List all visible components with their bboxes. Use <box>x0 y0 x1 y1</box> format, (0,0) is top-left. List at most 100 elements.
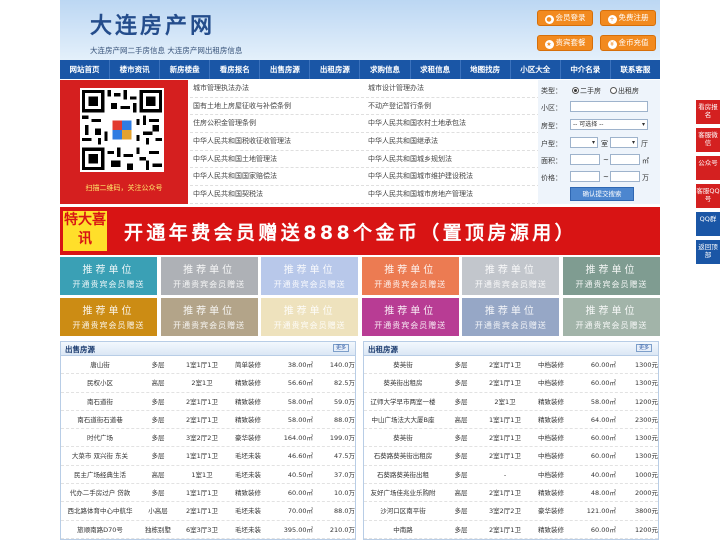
policy-link[interactable]: 中华人民共和国农村土地承包法 <box>365 115 540 132</box>
sale-listing-row[interactable]: 时代广场 多层 3室2厅2卫 豪华装修 164.00㎡ 199.0万 <box>61 429 355 448</box>
community-input[interactable] <box>570 101 648 112</box>
area-max-input[interactable] <box>610 154 640 165</box>
ad-slot[interactable]: 推荐单位 开通贵宾会员赠送 <box>462 257 560 295</box>
side-service-wechat[interactable]: 客服微信 <box>696 128 720 152</box>
policy-link[interactable]: 中华人民共和国国家赔偿法 <box>190 168 365 185</box>
listing-name[interactable]: 南石道街 <box>61 393 139 410</box>
ad-slot[interactable]: 推荐单位 开通贵宾会员赠送 <box>563 257 660 295</box>
side-official-account[interactable]: 公众号 <box>696 156 720 180</box>
search-submit-button[interactable]: 确认提交搜索 <box>570 187 634 201</box>
policy-link[interactable]: 中华人民共和国城乡规划法 <box>365 151 540 168</box>
ad-slot[interactable]: 推荐单位 开通贵宾会员赠送 <box>261 257 359 295</box>
listing-name[interactable]: 时代广场 <box>61 429 139 446</box>
price-max-input[interactable] <box>610 171 640 182</box>
ad-slot[interactable]: 推荐单位 开通贵宾会员赠送 <box>160 298 258 336</box>
side-qq-group[interactable]: QQ群 <box>696 212 720 236</box>
sale-listing-row[interactable]: 唐山街 多层 1室1厅1卫 简单装修 38.00㎡ 140.0万 <box>61 356 355 375</box>
house-type-select[interactable]: -- 可选择 -- ▾ <box>570 119 648 130</box>
policy-link[interactable]: 中华人民共和国土地管理法 <box>190 151 365 168</box>
login-button[interactable]: ● 会员登录 <box>537 10 593 26</box>
sale-listing-row[interactable]: 南石道街石道巷 多层 2室1厅1卫 精致装修 58.00㎡ 88.0万 <box>61 411 355 430</box>
nav-viewing-signup[interactable]: 看房报名 <box>210 60 261 79</box>
listing-name[interactable]: 南石道街石道巷 <box>61 411 139 428</box>
nav-wanted-buy[interactable]: 求购信息 <box>360 60 411 79</box>
listing-name[interactable]: 代办二手房过户 贷款 <box>61 484 139 501</box>
ad-slot[interactable]: 推荐单位 开通贵宾会员赠送 <box>160 257 258 295</box>
rent-listing-row[interactable]: 沙河口区南平街 多层 3室2厅2卫 豪华装修 121.00㎡ 3800元 <box>364 502 658 521</box>
side-service-qq[interactable]: 客服QQ号 <box>696 184 720 208</box>
room-select[interactable]: ▾ <box>570 137 598 148</box>
policy-link[interactable]: 中华人民共和国城市维护建设税法 <box>365 168 540 185</box>
policy-link[interactable]: 中华人民共和国契税法 <box>190 186 365 203</box>
site-logo-title[interactable]: 大连房产网 <box>90 8 215 40</box>
nav-home[interactable]: 网站首页 <box>60 60 111 79</box>
price-min-input[interactable] <box>570 171 600 182</box>
nav-contact[interactable]: 联系客服 <box>611 60 660 79</box>
policy-link[interactable]: 中华人民共和国继承法 <box>365 133 540 150</box>
listing-name[interactable]: 民主广场经典生活 <box>61 466 139 483</box>
policy-link[interactable]: 中华人民共和国税收征收管理法 <box>190 133 365 150</box>
listing-name[interactable]: 唐山街 <box>61 356 139 373</box>
ad-slot[interactable]: 推荐单位 开通贵宾会员赠送 <box>60 298 157 336</box>
sale-more-button[interactable]: 更多 <box>333 344 349 352</box>
listing-name[interactable]: 民权小区 <box>61 374 139 391</box>
listing-name[interactable]: 中山广场法大大厦B座 <box>364 411 442 428</box>
sale-listing-row[interactable]: 代办二手房过户 贷款 多层 1室1厅1卫 精致装修 60.00㎡ 10.0万 <box>61 484 355 503</box>
rent-listing-row[interactable]: 葵英街出租房 多层 2室1厅1卫 中档装修 60.00㎡ 1300元 <box>364 374 658 393</box>
listing-name[interactable]: 石葵路葵英街出租 <box>364 466 442 483</box>
policy-link[interactable]: 住房公积金管理条例 <box>190 115 365 132</box>
ad-slot[interactable]: 推荐单位 开通贵宾会员赠送 <box>60 257 157 295</box>
listing-name[interactable]: 中南路 <box>364 521 442 538</box>
rent-listing-row[interactable]: 石葵路葵英街出租 多层 - 中档装修 40.00㎡ 1000元 <box>364 466 658 485</box>
policy-link[interactable]: 国有土地上房屋征收与补偿条例 <box>190 98 365 115</box>
rent-listing-row[interactable]: 中山广场法大大厦B座 高层 1室1厅1卫 精致装修 64.00㎡ 2300元 <box>364 411 658 430</box>
rent-listing-row[interactable]: 友好广场佳兆业乐购附 高层 2室1厅1卫 精致装修 48.00㎡ 2000元 <box>364 484 658 503</box>
listing-name[interactable]: 旅顺南路D70号 <box>61 521 139 538</box>
listing-name[interactable]: 沙河口区南平街 <box>364 502 442 519</box>
ad-slot[interactable]: 推荐单位 开通贵宾会员赠送 <box>261 298 359 336</box>
nav-wanted-rent[interactable]: 求租信息 <box>411 60 461 79</box>
listing-name[interactable]: 葵英街 <box>364 429 442 446</box>
sale-listing-row[interactable]: 民主广场经典生活 高层 1室1卫 毛坯未装 40.50㎡ 37.0万 <box>61 466 355 485</box>
nav-new-homes[interactable]: 新房楼盘 <box>160 60 211 79</box>
listing-name[interactable]: 辽师大学早市两室一楼 <box>364 393 442 410</box>
sale-listing-row[interactable]: 西北路体育中心中航华 小高层 2室1厅1卫 毛坯未装 70.00㎡ 88.0万 <box>61 502 355 521</box>
sale-listing-row[interactable]: 南石道街 多层 2室1厅1卫 精致装修 58.00㎡ 59.0万 <box>61 393 355 411</box>
ad-slot[interactable]: 推荐单位 开通贵宾会员赠送 <box>361 298 459 336</box>
nav-agents[interactable]: 中介名录 <box>561 60 611 79</box>
nav-map-search[interactable]: 地图找房 <box>461 60 511 79</box>
nav-communities[interactable]: 小区大全 <box>511 60 561 79</box>
sale-listing-row[interactable]: 大菜市 双兴街 东关 多层 1室1厅1卫 毛坯未装 46.60㎡ 47.5万 <box>61 447 355 466</box>
area-min-input[interactable] <box>570 154 600 165</box>
listing-name[interactable]: 石葵路葵英街出租房 <box>364 447 442 464</box>
promo-banner[interactable]: 特大喜讯 开通年费会员赠送888个金币（置顶房源用） <box>60 207 660 255</box>
policy-link[interactable]: 不动产登记暂行条例 <box>365 98 540 115</box>
listing-name[interactable]: 西北路体育中心中航华 <box>61 502 139 519</box>
policy-link[interactable]: 城市管理执法办法 <box>190 80 365 97</box>
sale-listing-row[interactable]: 民权小区 高层 2室1卫 精致装修 56.60㎡ 82.5万 <box>61 374 355 393</box>
sale-listing-row[interactable]: 旅顺南路D70号 独栋别墅 6室3厅3卫 毛坯未装 395.00㎡ 210.0万 <box>61 521 355 539</box>
hall-select[interactable]: ▾ <box>610 137 638 148</box>
rent-listing-row[interactable]: 中南路 多层 2室1厅1卫 精致装修 60.00㎡ 1200元 <box>364 521 658 539</box>
side-back-to-top[interactable]: 返回顶部 <box>696 240 720 264</box>
listing-name[interactable]: 葵英街 <box>364 356 442 373</box>
nav-for-sale[interactable]: 出售房源 <box>260 60 311 79</box>
rent-listing-row[interactable]: 辽师大学早市两室一楼 多层 2室1卫 精致装修 58.00㎡ 1200元 <box>364 393 658 411</box>
side-viewing-signup[interactable]: 看房报名 <box>696 100 720 124</box>
policy-link[interactable]: 城市设计管理办法 <box>365 80 540 97</box>
coin-recharge-button[interactable]: ¥ 金币充值 <box>600 35 656 51</box>
nav-news[interactable]: 楼市资讯 <box>110 60 161 79</box>
rent-more-button[interactable]: 更多 <box>636 344 652 352</box>
rent-listing-row[interactable]: 葵英街 多层 2室1厅1卫 中档装修 60.00㎡ 1300元 <box>364 429 658 448</box>
ad-slot[interactable]: 推荐单位 开通贵宾会员赠送 <box>361 257 459 295</box>
policy-link[interactable]: 中华人民共和国城市房地产管理法 <box>365 186 540 203</box>
rent-listing-row[interactable]: 葵英街 多层 2室1厅1卫 中档装修 60.00㎡ 1300元 <box>364 356 658 375</box>
ad-slot[interactable]: 推荐单位 开通贵宾会员赠送 <box>462 298 560 336</box>
register-button[interactable]: + 免费注册 <box>600 10 656 26</box>
radio-rent[interactable]: 出租房 <box>610 86 639 96</box>
listing-name[interactable]: 大菜市 双兴街 东关 <box>61 447 139 464</box>
rent-listing-row[interactable]: 石葵路葵英街出租房 多层 2室1厅1卫 中档装修 60.00㎡ 1300元 <box>364 447 658 466</box>
radio-sale[interactable]: 二手房 <box>572 86 601 96</box>
listing-name[interactable]: 友好广场佳兆业乐购附 <box>364 484 442 501</box>
nav-for-rent[interactable]: 出租房源 <box>310 60 361 79</box>
